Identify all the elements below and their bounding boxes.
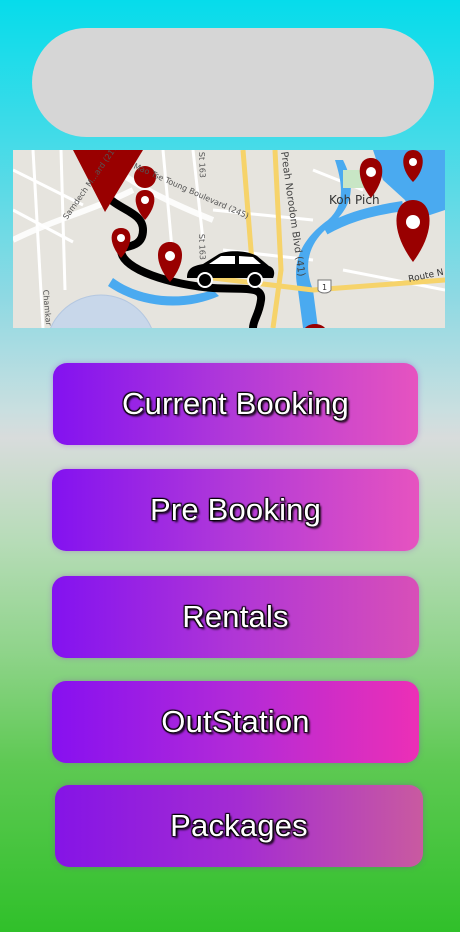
- packages-button[interactable]: Packages: [55, 785, 423, 867]
- current-booking-button[interactable]: Current Booking: [53, 363, 418, 445]
- map-label-st163-a: St 163: [197, 152, 207, 178]
- current-booking-label: Current Booking: [121, 386, 349, 421]
- outstation-button[interactable]: OutStation: [52, 681, 419, 763]
- pre-booking-button[interactable]: Pre Booking: [52, 469, 419, 551]
- rentals-label: Rentals: [182, 599, 289, 634]
- road-shield-label: 1: [322, 283, 327, 292]
- packages-label: Packages: [170, 808, 308, 843]
- map-label-st163-b: St 163: [197, 234, 207, 260]
- pre-booking-label: Pre Booking: [149, 492, 322, 527]
- outstation-label: OutStation: [161, 704, 310, 739]
- top-search-pill[interactable]: [32, 28, 434, 137]
- rentals-button[interactable]: Rentals: [52, 576, 419, 658]
- map-label-koh-pich: Koh Pich: [329, 193, 380, 207]
- map-view[interactable]: 1 Koh Pich Preah Norodom Blvd (41) Mao T…: [13, 150, 445, 328]
